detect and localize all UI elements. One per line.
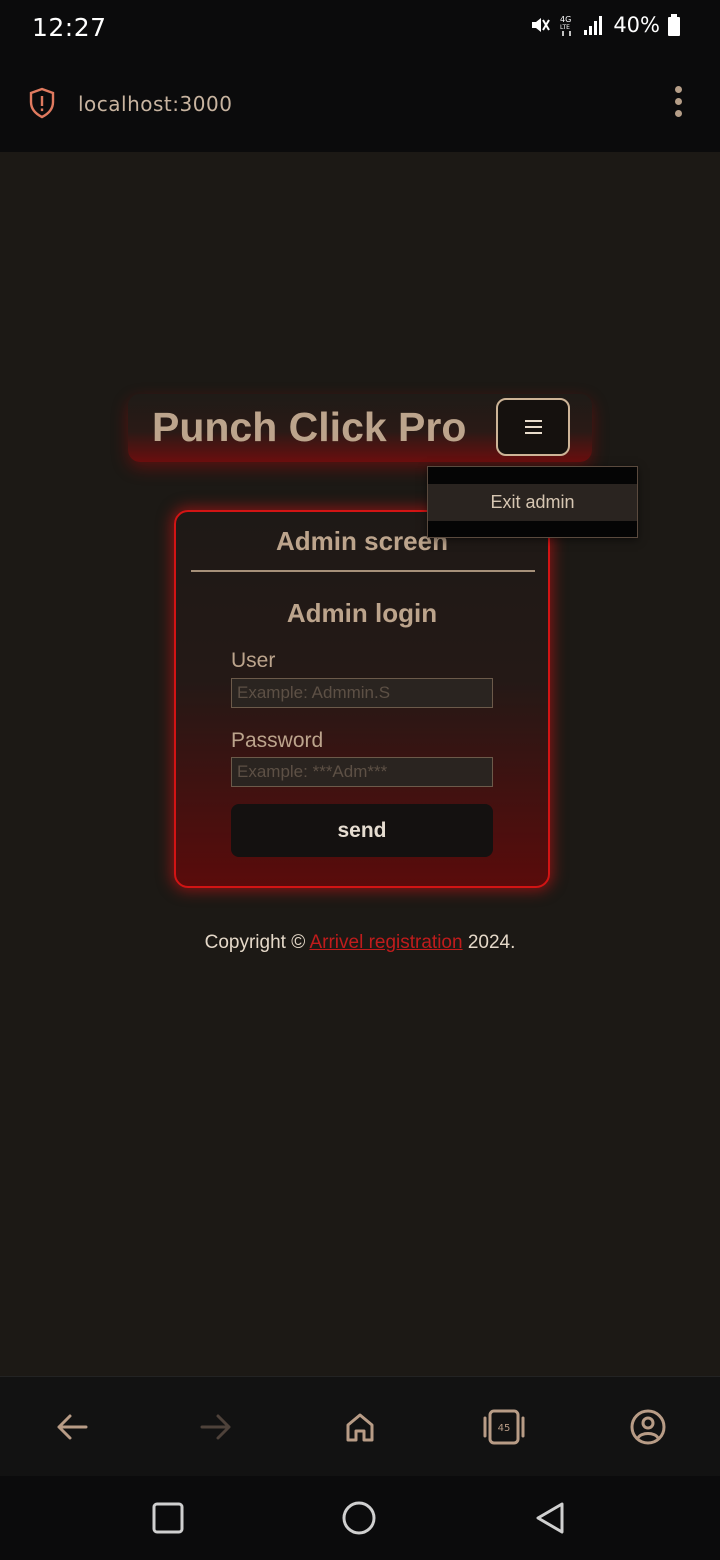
status-icons: 4G LTE 40%	[529, 13, 680, 37]
footer-suffix: 2024.	[467, 932, 516, 953]
hamburger-icon	[524, 416, 542, 438]
user-label: User	[231, 649, 276, 672]
recents-square-icon[interactable]	[148, 1498, 188, 1538]
login-heading: Admin login	[286, 598, 438, 628]
svg-text:4G: 4G	[560, 15, 571, 24]
hamburger-menu-button[interactable]	[496, 398, 570, 456]
browser-bottom-nav: 45	[0, 1376, 720, 1477]
back-arrow-icon[interactable]	[48, 1403, 96, 1451]
url-text[interactable]: localhost:3000	[78, 92, 232, 116]
admin-card: Admin screen Admin login User Password s…	[174, 510, 550, 888]
kebab-menu-icon[interactable]	[666, 86, 690, 122]
signal-icon	[583, 15, 605, 35]
exit-admin-menu-item[interactable]: Exit admin	[428, 484, 637, 521]
tabs-icon[interactable]: 45	[480, 1403, 528, 1451]
forward-arrow-icon[interactable]	[192, 1403, 240, 1451]
battery-percent: 40%	[613, 13, 660, 37]
browser-url-bar[interactable]: localhost:3000	[0, 56, 720, 152]
mute-icon	[529, 14, 551, 36]
account-icon[interactable]	[624, 1403, 672, 1451]
send-button[interactable]: send	[231, 804, 493, 857]
svg-text:LTE: LTE	[560, 24, 570, 31]
app-title: Punch Click Pro	[152, 404, 467, 450]
dropdown-menu: Exit admin	[427, 466, 638, 538]
user-input[interactable]	[231, 678, 493, 708]
home-circle-icon[interactable]	[339, 1498, 379, 1538]
password-input[interactable]	[231, 757, 493, 787]
card-divider	[191, 570, 535, 572]
shield-alert-icon[interactable]	[28, 87, 56, 124]
footer-prefix: Copyright ©	[204, 932, 306, 953]
status-bar: 12:27 4G LTE 40%	[0, 0, 720, 56]
status-time: 12:27	[32, 13, 107, 42]
footer-link[interactable]: Arrivel registration	[309, 932, 462, 953]
battery-icon	[668, 14, 680, 36]
data-icon: 4G LTE	[559, 13, 575, 37]
app-header: Punch Click Pro	[128, 394, 592, 462]
back-triangle-icon[interactable]	[530, 1498, 570, 1538]
home-icon[interactable]	[336, 1403, 384, 1451]
system-nav-bar	[0, 1476, 720, 1560]
footer-copyright: Copyright © Arrivel registration 2024.	[0, 932, 720, 954]
password-label: Password	[231, 729, 324, 752]
tab-count: 45	[498, 1423, 511, 1434]
